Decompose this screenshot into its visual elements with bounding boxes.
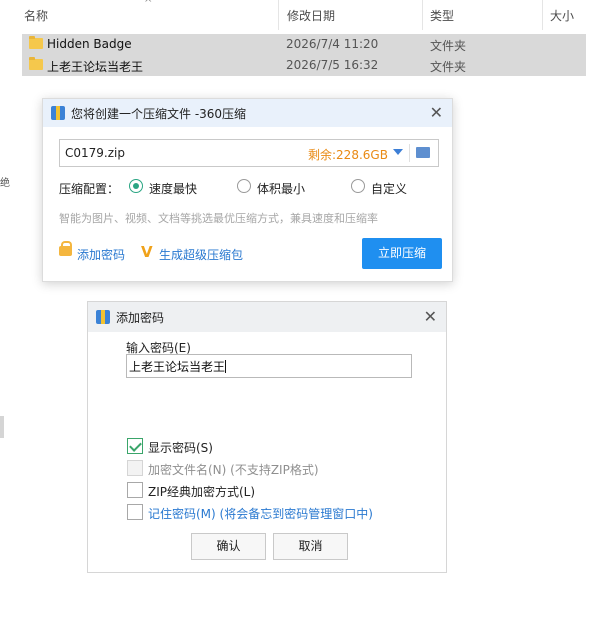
super-package-link[interactable]: 生成超级压缩包 xyxy=(159,246,243,263)
zip-classic-encryption-label[interactable]: ZIP经典加密方式(L) xyxy=(148,483,255,500)
file-row[interactable]: 上老王论坛当老王 2026/7/5 16:32 文件夹 xyxy=(22,55,586,76)
radio-smallest-label[interactable]: 体积最小 xyxy=(257,180,305,197)
column-header-bar: 名称 ^ 修改日期 类型 大小 xyxy=(0,0,608,30)
add-password-dialog: 添加密码 ✕ 输入密码(E) 上老王论坛当老王 显示密码(S) 加密文件名(N)… xyxy=(87,301,447,573)
cancel-button[interactable]: 取消 xyxy=(273,533,348,560)
browse-folder-icon[interactable] xyxy=(416,147,430,158)
file-modified-date: 2026/7/4 11:20 xyxy=(286,37,379,51)
folder-icon xyxy=(29,36,43,49)
remember-password-label[interactable]: 记住密码(M) (将会备忘到密码管理窗口中) xyxy=(148,505,373,522)
chevron-down-icon[interactable] xyxy=(393,149,403,155)
encrypt-filenames-label: 加密文件名(N) (不支持ZIP格式) xyxy=(148,463,319,477)
file-name: 上老王论坛当老王 xyxy=(47,60,144,74)
add-password-link[interactable]: 添加密码 xyxy=(77,246,125,263)
remember-password-checkbox[interactable] xyxy=(127,504,143,520)
text-caret xyxy=(225,360,227,373)
column-divider[interactable] xyxy=(278,0,279,30)
dialog-title-bar[interactable]: 添加密码 ✕ xyxy=(88,302,446,332)
dialog-title-bar[interactable]: 您将创建一个压缩文件 -360压缩 ✕ xyxy=(43,99,452,127)
vip-v-icon: V xyxy=(141,243,153,261)
divider xyxy=(409,144,410,162)
column-header-type[interactable]: 类型 xyxy=(430,7,454,24)
compress-now-button[interactable]: 立即压缩 xyxy=(362,238,442,269)
lock-icon xyxy=(59,241,72,256)
column-divider[interactable] xyxy=(422,0,423,30)
compress-hint-text: 智能为图片、视频、文档等挑选最优压缩方式，兼具速度和压缩率 xyxy=(59,212,378,225)
nav-pane-selection-marker xyxy=(0,416,4,438)
file-modified-date: 2026/7/5 16:32 xyxy=(286,58,379,72)
close-icon[interactable]: ✕ xyxy=(424,307,437,326)
file-type: 文件夹 xyxy=(430,39,467,53)
folder-icon xyxy=(29,57,43,70)
column-header-name[interactable]: 名称 xyxy=(24,7,48,24)
radio-custom[interactable] xyxy=(351,179,365,193)
encrypt-filenames-checkbox xyxy=(127,460,143,476)
column-header-modified[interactable]: 修改日期 xyxy=(287,7,335,24)
dialog-title: 添加密码 xyxy=(116,311,165,325)
password-value: 上老王论坛当老王 xyxy=(129,360,226,374)
dialog-title: 您将创建一个压缩文件 -360压缩 xyxy=(71,107,247,121)
zip-classic-encryption-checkbox[interactable] xyxy=(127,482,143,498)
radio-smallest[interactable] xyxy=(237,179,251,193)
ok-button[interactable]: 确认 xyxy=(191,533,266,560)
file-row[interactable]: Hidden Badge 2026/7/4 11:20 文件夹 xyxy=(22,34,586,55)
column-divider[interactable] xyxy=(542,0,543,30)
close-icon[interactable]: ✕ xyxy=(430,103,443,122)
free-space-text: 剩余:228.6GB xyxy=(308,148,388,162)
360zip-app-icon xyxy=(51,106,65,120)
show-password-label[interactable]: 显示密码(S) xyxy=(148,439,213,456)
clipped-nav-text: 绝 xyxy=(0,178,10,189)
file-name: Hidden Badge xyxy=(47,37,132,51)
password-input[interactable]: 上老王论坛当老王 xyxy=(126,354,412,378)
show-password-checkbox[interactable] xyxy=(127,438,143,454)
radio-fastest-label[interactable]: 速度最快 xyxy=(149,180,197,197)
compress-dialog: 您将创建一个压缩文件 -360压缩 ✕ C0179.zip 剩余:228.6GB… xyxy=(42,98,453,282)
360zip-app-icon xyxy=(96,310,110,324)
archive-filename-field[interactable]: C0179.zip 剩余:228.6GB xyxy=(59,139,439,167)
archive-filename[interactable]: C0179.zip xyxy=(65,146,125,160)
file-type: 文件夹 xyxy=(430,60,467,74)
compress-config-label: 压缩配置： xyxy=(59,182,120,196)
radio-fastest[interactable] xyxy=(129,179,143,193)
sort-ascending-icon: ^ xyxy=(144,0,153,9)
radio-custom-label[interactable]: 自定义 xyxy=(371,180,407,197)
column-header-size[interactable]: 大小 xyxy=(550,7,574,24)
